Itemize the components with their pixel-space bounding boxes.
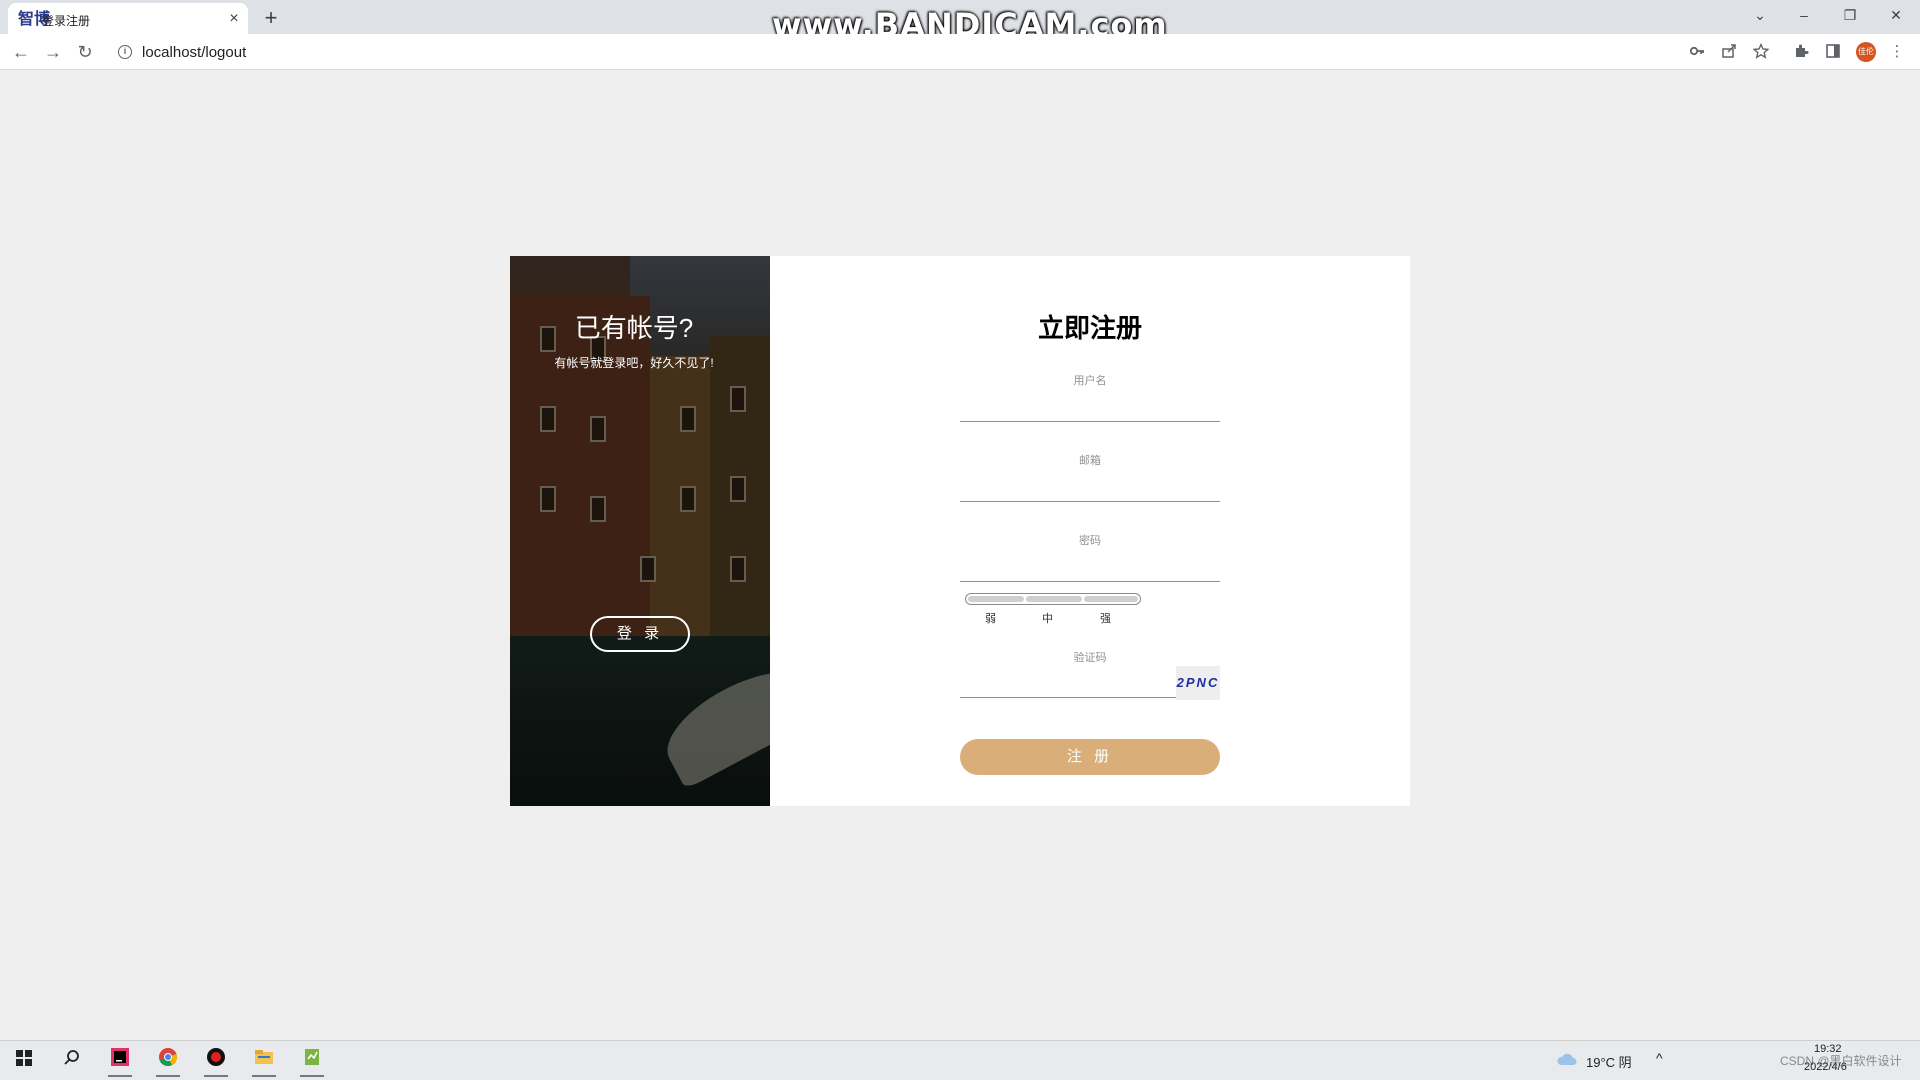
search-icon[interactable] (52, 1045, 92, 1077)
auth-card: 已有帐号? 有帐号就登录吧，好久不见了! 登 录 立即注册 用户名 邮箱 密码 … (510, 256, 1410, 806)
notepad-app-icon[interactable] (292, 1045, 332, 1077)
password-strength-meter (965, 593, 1141, 605)
captcha-input[interactable] (960, 676, 1176, 698)
captcha-image[interactable]: 2PNC (1176, 666, 1220, 700)
email-field: 邮箱 (960, 452, 1220, 502)
strength-label-weak: 弱 (985, 613, 996, 625)
clock-date[interactable]: 2022/4/6 (1804, 1061, 1847, 1073)
taskbar: 19°C 阴 ^ CSDN @黑白软件设计 19:32 2022/4/6 (0, 1040, 1920, 1080)
bandicam-app-icon[interactable] (196, 1045, 236, 1077)
password-field: 密码 (960, 532, 1220, 582)
tab-title: 登录注册 (42, 14, 91, 28)
username-label: 用户名 (1073, 375, 1107, 387)
address-bar[interactable]: i localhost/logout (108, 38, 1708, 66)
chevron-up-icon[interactable]: ^ (1656, 1050, 1663, 1066)
close-window-button[interactable]: ✕ (1876, 4, 1916, 26)
register-button[interactable]: 注 册 (960, 739, 1220, 775)
captcha-label: 验证码 (1073, 652, 1107, 664)
back-button[interactable]: ← (8, 39, 34, 65)
intellij-app-icon[interactable] (100, 1045, 140, 1077)
site-info-icon[interactable]: i (118, 45, 132, 59)
login-side-panel: 已有帐号? 有帐号就登录吧，好久不见了! 登 录 (510, 256, 770, 806)
restore-button[interactable]: ❐ (1830, 4, 1870, 26)
chrome-app-icon[interactable] (148, 1045, 188, 1077)
register-title: 立即注册 (1037, 313, 1142, 343)
strength-label-medium: 中 (1042, 613, 1053, 625)
browser-toolbar: ← → ↻ i localhost/logout 佳伦 ⋮ (0, 34, 1920, 70)
minimize-button[interactable]: – (1784, 4, 1824, 26)
email-input[interactable] (960, 472, 1220, 502)
weather-icon[interactable] (1556, 1052, 1578, 1069)
screen: 智博 登录注册 × + www.BANDICAM.com ⌄ – ❐ ✕ ← →… (0, 0, 1920, 1080)
browser-tabstrip: 智博 登录注册 × + www.BANDICAM.com ⌄ – ❐ ✕ (0, 0, 1920, 44)
side-title: 已有帐号? (574, 313, 694, 343)
sidepanel-icon[interactable] (1824, 43, 1842, 61)
new-tab-button[interactable]: + (258, 5, 284, 31)
url-text[interactable]: localhost/logout (142, 44, 246, 61)
strength-segment-weak (968, 596, 1024, 602)
side-subtitle: 有帐号就登录吧，好久不见了! (554, 356, 714, 370)
share-icon[interactable] (1720, 43, 1738, 61)
username-input[interactable] (960, 392, 1220, 422)
star-icon[interactable] (1752, 42, 1770, 61)
clock-time[interactable]: 19:32 (1814, 1043, 1842, 1055)
browser-tab[interactable]: 智博 登录注册 × (8, 3, 248, 34)
strength-label-strong: 强 (1100, 613, 1111, 625)
start-icon[interactable] (4, 1045, 44, 1077)
strength-segment-medium (1026, 596, 1082, 602)
menu-icon[interactable]: ⋮ (1888, 43, 1906, 61)
strength-segment-strong (1084, 596, 1138, 602)
forward-button[interactable]: → (40, 39, 66, 65)
password-input[interactable] (960, 552, 1220, 582)
key-icon[interactable] (1688, 43, 1706, 61)
tab-search-icon[interactable]: ⌄ (1740, 4, 1780, 26)
weather-text[interactable]: 19°C 阴 (1586, 1052, 1632, 1071)
username-field: 用户名 (960, 372, 1220, 422)
email-label: 邮箱 (1079, 455, 1101, 467)
captcha-field: 验证码 (960, 649, 1220, 665)
extensions-icon[interactable] (1792, 43, 1810, 61)
password-label: 密码 (1079, 535, 1101, 547)
file-explorer-icon[interactable] (244, 1045, 284, 1077)
reload-button[interactable]: ↻ (72, 39, 98, 65)
login-button[interactable]: 登 录 (590, 616, 690, 652)
close-tab-icon[interactable]: × (224, 9, 244, 29)
profile-avatar[interactable]: 佳伦 (1856, 42, 1876, 62)
